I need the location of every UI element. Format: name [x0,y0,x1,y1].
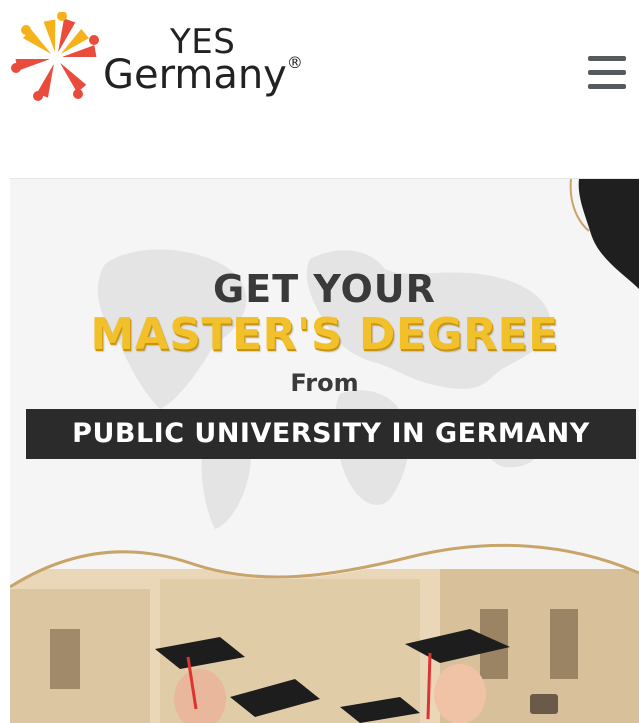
hero-heading-line2: MASTER'S DEGREE [90,309,559,360]
hero-heading-line3: From [290,369,359,397]
hamburger-menu-icon[interactable] [588,56,626,90]
menu-bar-top [588,56,626,61]
menu-bar-middle [588,70,626,75]
brand-name-germany: Germany® [103,52,303,98]
brand-name-germany-text: Germany [103,52,287,98]
hero-section: GET YOUR MASTER'S DEGREE From PUBLIC UNI… [10,179,639,723]
hero-banner: PUBLIC UNIVERSITY IN GERMANY [26,409,636,459]
hero-heading-line1: GET YOUR [213,267,436,311]
graduates-photo [10,529,639,723]
brand-logo-link[interactable]: YES Germany® [10,8,330,103]
menu-bar-bottom [588,84,626,89]
sunburst-logo-icon [11,12,99,101]
registered-mark: ® [286,52,303,72]
site-header: YES Germany® [0,0,639,178]
